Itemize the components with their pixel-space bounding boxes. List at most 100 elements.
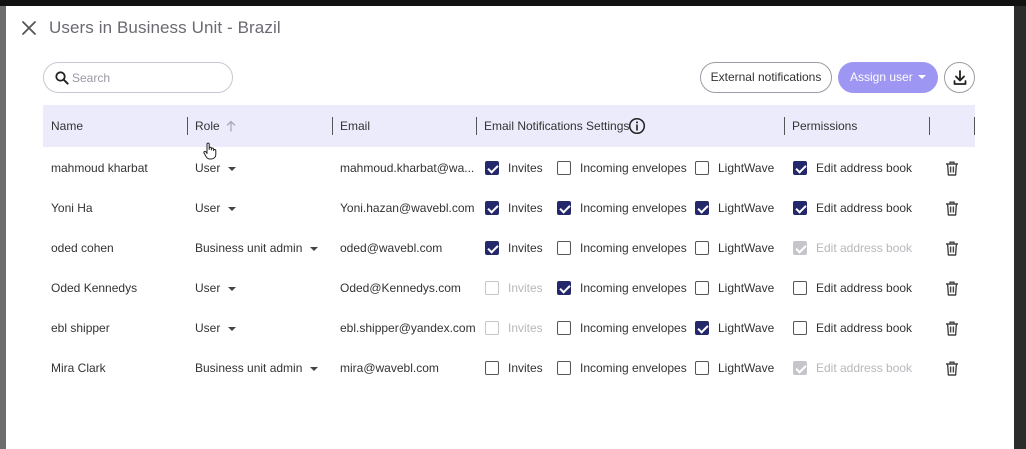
invites-label: Invites bbox=[508, 321, 543, 335]
trash-icon[interactable] bbox=[945, 361, 959, 376]
users-dialog: Users in Business Unit - Brazil External… bbox=[6, 6, 1014, 449]
role-value: User bbox=[195, 161, 221, 175]
user-name: ebl shipper bbox=[51, 321, 110, 335]
column-divider[interactable] bbox=[476, 117, 477, 135]
user-name: oded cohen bbox=[51, 241, 114, 255]
role-select[interactable]: User bbox=[195, 188, 237, 228]
lightwave-label: LightWave bbox=[718, 321, 775, 335]
user-name: mahmoud kharbat bbox=[51, 161, 148, 175]
edit-address-book-checkbox[interactable] bbox=[793, 241, 807, 255]
edit-address-book-label: Edit address book bbox=[816, 161, 913, 175]
external-notifications-button[interactable]: External notifications bbox=[700, 62, 832, 93]
role-select[interactable]: User bbox=[195, 308, 237, 348]
incoming-envelopes-label: Incoming envelopes bbox=[580, 361, 687, 375]
incoming-envelopes-checkbox[interactable] bbox=[557, 281, 571, 295]
lightwave-label: LightWave bbox=[718, 281, 775, 295]
lightwave-label: LightWave bbox=[718, 161, 775, 175]
invites-checkbox[interactable] bbox=[485, 241, 499, 255]
chevron-down-icon bbox=[228, 206, 237, 211]
search-input[interactable] bbox=[72, 69, 222, 87]
column-header-name[interactable]: Name bbox=[51, 105, 83, 147]
user-email: ebl.shipper@yandex.com bbox=[340, 321, 476, 335]
user-email: mira@wavebl.com bbox=[340, 361, 439, 375]
table-row: oded cohen Business unit admin oded@wave… bbox=[43, 228, 975, 268]
edit-address-book-checkbox[interactable] bbox=[793, 281, 807, 295]
chevron-down-icon bbox=[228, 326, 237, 331]
trash-icon[interactable] bbox=[945, 281, 959, 296]
chevron-down-icon bbox=[918, 75, 926, 79]
dialog-title: Users in Business Unit - Brazil bbox=[49, 18, 281, 37]
lightwave-checkbox[interactable] bbox=[695, 161, 709, 175]
role-select[interactable]: Business unit admin bbox=[195, 348, 319, 388]
incoming-envelopes-checkbox[interactable] bbox=[557, 241, 571, 255]
edit-address-book-checkbox[interactable] bbox=[793, 201, 807, 215]
edit-address-book-label: Edit address book bbox=[816, 201, 913, 215]
user-email: oded@wavebl.com bbox=[340, 241, 443, 255]
user-email: Oded@Kennedys.com bbox=[340, 281, 461, 295]
incoming-envelopes-checkbox[interactable] bbox=[557, 321, 571, 335]
close-icon[interactable] bbox=[20, 19, 38, 37]
column-divider[interactable] bbox=[784, 117, 785, 135]
invites-checkbox[interactable] bbox=[485, 281, 499, 295]
edit-address-book-checkbox[interactable] bbox=[793, 321, 807, 335]
table-row: Oded Kennedys User Oded@Kennedys.com Inv… bbox=[43, 268, 975, 308]
column-divider[interactable] bbox=[974, 117, 975, 135]
column-header-email[interactable]: Email bbox=[340, 105, 370, 147]
edit-address-book-label: Edit address book bbox=[816, 241, 913, 255]
column-divider[interactable] bbox=[332, 117, 333, 135]
chevron-down-icon bbox=[310, 246, 319, 251]
assign-user-label: Assign user bbox=[850, 70, 913, 84]
lightwave-checkbox[interactable] bbox=[695, 321, 709, 335]
chevron-down-icon bbox=[228, 166, 237, 171]
lightwave-checkbox[interactable] bbox=[695, 201, 709, 215]
assign-user-button[interactable]: Assign user bbox=[838, 62, 938, 93]
table-row: mahmoud kharbat User mahmoud.kharbat@wa.… bbox=[43, 148, 975, 188]
incoming-envelopes-checkbox[interactable] bbox=[557, 161, 571, 175]
invites-checkbox[interactable] bbox=[485, 321, 499, 335]
table-row: Mira Clark Business unit admin mira@wave… bbox=[43, 348, 975, 388]
role-value: User bbox=[195, 201, 221, 215]
role-select[interactable]: User bbox=[195, 268, 237, 308]
edit-address-book-label: Edit address book bbox=[816, 321, 913, 335]
column-header-notifications[interactable]: Email Notifications Settings bbox=[484, 105, 629, 147]
user-name: Oded Kennedys bbox=[51, 281, 138, 295]
invites-checkbox[interactable] bbox=[485, 161, 499, 175]
edit-address-book-checkbox[interactable] bbox=[793, 161, 807, 175]
invites-label: Invites bbox=[508, 241, 543, 255]
lightwave-label: LightWave bbox=[718, 201, 775, 215]
table-row: ebl shipper User ebl.shipper@yandex.com … bbox=[43, 308, 975, 348]
search-box[interactable] bbox=[43, 62, 233, 93]
column-header-role[interactable]: Role bbox=[195, 105, 220, 147]
table-header: Name Role Email Email Notifications Sett… bbox=[43, 105, 975, 147]
lightwave-checkbox[interactable] bbox=[695, 281, 709, 295]
edit-address-book-checkbox[interactable] bbox=[793, 361, 807, 375]
download-button[interactable] bbox=[944, 62, 975, 93]
lightwave-checkbox[interactable] bbox=[695, 241, 709, 255]
chevron-down-icon bbox=[310, 366, 319, 371]
trash-icon[interactable] bbox=[945, 321, 959, 336]
role-select[interactable]: Business unit admin bbox=[195, 228, 319, 268]
incoming-envelopes-checkbox[interactable] bbox=[557, 361, 571, 375]
info-icon[interactable] bbox=[628, 117, 646, 135]
invites-checkbox[interactable] bbox=[485, 361, 499, 375]
trash-icon[interactable] bbox=[945, 201, 959, 216]
incoming-envelopes-checkbox[interactable] bbox=[557, 201, 571, 215]
sort-arrow-up-icon[interactable] bbox=[226, 120, 236, 132]
column-divider[interactable] bbox=[187, 117, 188, 135]
chevron-down-icon bbox=[228, 286, 237, 291]
hand-cursor-icon bbox=[203, 142, 217, 160]
trash-icon[interactable] bbox=[945, 241, 959, 256]
trash-icon[interactable] bbox=[945, 161, 959, 176]
lightwave-checkbox[interactable] bbox=[695, 361, 709, 375]
lightwave-label: LightWave bbox=[718, 241, 775, 255]
invites-label: Invites bbox=[508, 281, 543, 295]
incoming-envelopes-label: Incoming envelopes bbox=[580, 241, 687, 255]
user-name: Yoni Ha bbox=[51, 201, 93, 215]
table-row: Yoni Ha User Yoni.hazan@wavebl.com Invit… bbox=[43, 188, 975, 228]
invites-checkbox[interactable] bbox=[485, 201, 499, 215]
search-icon bbox=[55, 71, 69, 85]
column-header-permissions[interactable]: Permissions bbox=[792, 105, 857, 147]
column-divider[interactable] bbox=[929, 117, 930, 135]
user-email: Yoni.hazan@wavebl.com bbox=[340, 201, 475, 215]
invites-label: Invites bbox=[508, 361, 543, 375]
